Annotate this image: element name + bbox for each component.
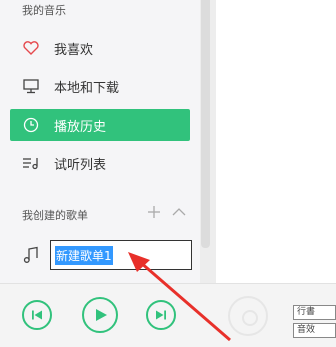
chevron-up-icon[interactable] (172, 207, 186, 217)
selected-text: 新建歌单1 (55, 245, 113, 265)
sidebar-item-trial-list[interactable]: 试听列表 (10, 147, 190, 179)
lyrics-tag[interactable]: 行書 (293, 305, 336, 320)
sidebar-item-label: 我喜欢 (54, 42, 94, 58)
sidebar-item-local-downloads[interactable]: 本地和下载 (10, 70, 190, 102)
play-icon (95, 308, 108, 322)
player-bar: 行書 音效 (0, 283, 336, 347)
sidebar-item-play-history[interactable]: 播放历史 (10, 109, 190, 141)
add-playlist-icon[interactable] (148, 206, 160, 218)
play-button[interactable] (82, 297, 118, 333)
sidebar-item-label: 试听列表 (54, 157, 107, 173)
clock-icon (22, 116, 40, 134)
prev-icon (31, 309, 43, 321)
playlist-controls (148, 206, 186, 218)
new-playlist-name-input[interactable]: 新建歌单1 (50, 240, 192, 270)
created-playlists-title: 我创建的歌单 (22, 209, 88, 222)
prev-button[interactable] (22, 300, 52, 330)
list-music-icon (22, 154, 40, 172)
my-music-title: 我的音乐 (22, 4, 66, 17)
sidebar-scrollbar[interactable] (201, 0, 210, 248)
sidebar-item-favorites[interactable]: 我喜欢 (10, 32, 190, 64)
next-button[interactable] (146, 300, 176, 330)
album-disc (228, 296, 268, 336)
sidebar: 我的音乐 我喜欢 本地和下载 播放历史 试听列表 我创建的歌单 新建歌单1 (0, 0, 200, 283)
music-note-icon (22, 246, 40, 264)
sound-effect-tag[interactable]: 音效 (293, 323, 336, 338)
next-icon (155, 309, 167, 321)
monitor-icon (22, 77, 40, 95)
sidebar-item-label: 本地和下载 (54, 80, 120, 96)
sidebar-item-label: 播放历史 (54, 119, 107, 135)
main-content (216, 0, 336, 283)
new-playlist-row: 新建歌单1 (10, 240, 192, 270)
heart-icon (22, 39, 40, 57)
